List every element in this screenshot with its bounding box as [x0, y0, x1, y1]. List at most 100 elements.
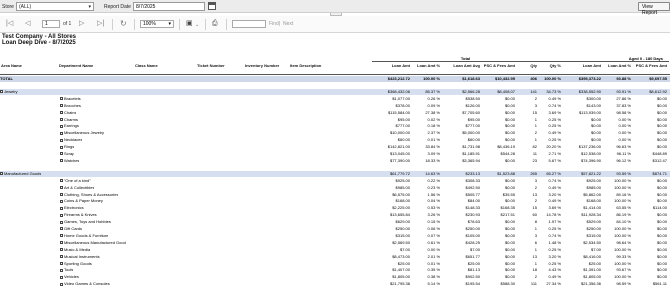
- cell-qty: 1: [534, 246, 537, 252]
- expand-toggle-icon[interactable]: [60, 199, 63, 203]
- expand-toggle-icon[interactable]: [60, 152, 63, 156]
- cell-loan-amt-pct: 100.00 %: [423, 76, 440, 81]
- expand-toggle-icon[interactable]: [60, 282, 63, 286]
- find-next-link[interactable]: Next: [283, 21, 293, 27]
- page-number-input[interactable]: 1: [42, 20, 60, 28]
- find-text-input[interactable]: [232, 20, 266, 28]
- cell-qty: 3: [534, 102, 537, 108]
- cell-loan-amt-avg: $428.25: [465, 239, 480, 245]
- cell-loan-amt: $77,390.00: [389, 157, 410, 163]
- report-table-body: TOTAL $423,212.72 100.00 % $1,618.63 $10,432…: [0, 76, 670, 300]
- cell-loan-amt: $21,795.38: [389, 281, 410, 287]
- cell-aged-loan-amt: $25.00: [588, 260, 601, 266]
- cell-loan-amt-avg: $1,185.91: [462, 151, 480, 156]
- cell-loan-amt: $60.00: [397, 137, 410, 143]
- expand-toggle-icon[interactable]: [60, 255, 63, 259]
- cell-loan-amt: $378.00: [395, 102, 410, 108]
- next-page-icon[interactable]: ▷: [79, 20, 84, 28]
- cell-aged-psc-fees: $561.11: [652, 281, 667, 287]
- row-name-cell: Tools: [60, 267, 73, 273]
- view-report-button[interactable]: View Report: [638, 2, 670, 16]
- expand-toggle-icon[interactable]: [60, 111, 63, 115]
- cell-psc-fees: $0.00: [504, 95, 515, 101]
- cell-aged-psc-fees: $0.00: [656, 239, 667, 245]
- expand-toggle-icon[interactable]: [60, 97, 63, 101]
- cell-psc-fees: $1,523.88: [497, 170, 515, 176]
- col-header-aged-loan-amt-pct: Loan Amt %: [608, 63, 631, 68]
- row-name-text: Coins & Paper Money: [64, 198, 103, 204]
- expand-toggle-icon[interactable]: [60, 213, 63, 217]
- expand-toggle-icon[interactable]: [60, 192, 63, 196]
- cell-qty: 406: [530, 76, 537, 81]
- cell-qty-pct: 3.69 %: [548, 205, 561, 211]
- cell-loan-amt: $61,779.72: [389, 170, 410, 176]
- expand-toggle-icon[interactable]: [60, 248, 63, 252]
- print-icon[interactable]: ⎙: [212, 20, 218, 28]
- expand-toggle-icon[interactable]: [0, 172, 3, 176]
- expand-toggle-icon[interactable]: [0, 90, 3, 94]
- col-header-aged-loan-amt: Loan Amt: [582, 63, 601, 68]
- expand-toggle-icon[interactable]: [60, 131, 63, 135]
- cell-aged-loan-amt-pct: 100.00 %: [614, 232, 631, 238]
- last-page-icon[interactable]: ▷|: [97, 20, 104, 28]
- cell-qty-pct: 0.25 %: [548, 123, 561, 129]
- calendar-icon[interactable]: [208, 2, 216, 10]
- cell-loan-amt: $115,584.00: [388, 109, 410, 115]
- refresh-icon[interactable]: ↻: [120, 20, 127, 28]
- cell-aged-loan-amt-pct: 98.59 %: [616, 281, 631, 287]
- expand-toggle-icon[interactable]: [60, 186, 63, 190]
- row-name-cell: Watches: [60, 158, 79, 164]
- expand-toggle-icon[interactable]: [60, 275, 63, 279]
- cell-aged-psc-fees: $0.00: [656, 198, 667, 204]
- cell-loan-amt-pct: 0.01 %: [427, 260, 440, 266]
- expand-toggle-icon[interactable]: [60, 268, 63, 272]
- col-header-loan-amt-pct: Loan Amt %: [417, 63, 440, 68]
- expand-toggle-icon[interactable]: [60, 234, 63, 238]
- cell-aged-psc-fees: $0.00: [656, 184, 667, 190]
- cell-loan-amt: $629.00: [395, 219, 410, 225]
- toolbar-separator: [134, 19, 135, 30]
- cell-loan-amt-avg: $1,618.63: [462, 76, 480, 81]
- expand-toggle-icon[interactable]: [60, 159, 63, 163]
- cell-loan-amt-avg: $195.54: [465, 281, 480, 287]
- expand-toggle-icon[interactable]: [60, 220, 63, 224]
- expand-toggle-icon[interactable]: [60, 145, 63, 149]
- expand-toggle-icon[interactable]: [60, 227, 63, 231]
- expand-toggle-icon[interactable]: [60, 261, 63, 265]
- cell-loan-amt: $7.00: [399, 246, 410, 252]
- report-date-value: 8/7/2025: [136, 4, 156, 10]
- cell-qty-pct: 34.73 %: [546, 88, 561, 94]
- cell-loan-amt-avg: $233.13: [465, 170, 480, 176]
- cell-qty-pct: 0.25 %: [548, 137, 561, 143]
- row-name-cell: Miscellaneous Manufactured Good: [60, 240, 126, 246]
- expand-toggle-icon[interactable]: [60, 138, 63, 142]
- report-date-input[interactable]: 8/7/2025: [133, 2, 205, 11]
- cell-loan-amt: $250.00: [395, 226, 410, 231]
- expand-toggle-icon[interactable]: [60, 241, 63, 245]
- previous-page-icon[interactable]: ◁: [25, 20, 30, 28]
- row-name-cell: Art & Collectibles: [60, 185, 94, 191]
- expand-toggle-icon[interactable]: [60, 104, 63, 108]
- expand-toggle-icon[interactable]: [60, 206, 63, 210]
- cell-aged-loan-amt: $57,821.22: [580, 170, 601, 176]
- expand-toggle-icon[interactable]: [60, 179, 63, 183]
- cell-qty: 60: [532, 212, 537, 218]
- row-name-text: Musical Instruments: [64, 253, 100, 259]
- cell-qty-pct: 5.67 %: [548, 157, 561, 163]
- first-page-icon[interactable]: |◁: [6, 20, 13, 28]
- zoom-select[interactable]: 100% ▾: [140, 20, 174, 28]
- export-chevron-down-icon[interactable]: ⌄: [195, 21, 199, 29]
- cell-qty-pct: 0.25 %: [548, 246, 561, 252]
- table-row: Rings $142,821.00 33.84 % $1,731.98 $8,436.1…: [0, 144, 670, 150]
- cell-psc-fees: $0.00: [504, 253, 515, 259]
- expand-toggle-icon[interactable]: [60, 117, 63, 121]
- export-save-icon[interactable]: ▣: [186, 20, 193, 28]
- find-separator: |: [279, 21, 281, 27]
- cell-loan-amt: $1,077.00: [392, 95, 410, 101]
- group-row: Jewelry $368,432.06 85.37 % $2,566.28 $8,408…: [0, 88, 670, 95]
- cell-aged-loan-amt: $21,356.36: [580, 281, 601, 287]
- find-link[interactable]: Find: [269, 21, 279, 27]
- expand-toggle-icon[interactable]: [60, 124, 63, 128]
- store-select[interactable]: (ALL) ▾: [16, 2, 94, 11]
- cell-aged-loan-amt-pct: 0.00 %: [618, 123, 631, 129]
